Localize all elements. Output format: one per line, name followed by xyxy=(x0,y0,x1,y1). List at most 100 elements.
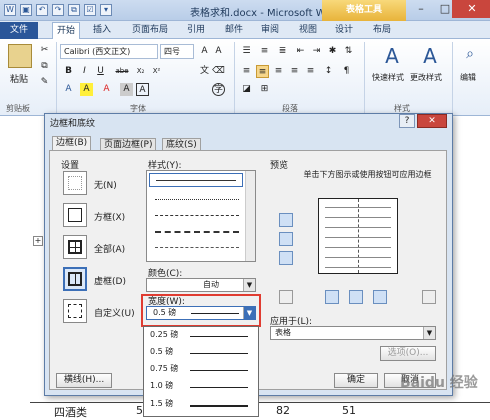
quick-styles-label[interactable]: 快速样式 xyxy=(372,72,404,83)
italic-button[interactable]: I xyxy=(78,65,91,78)
enclose-char-button[interactable]: 字 xyxy=(212,83,225,96)
cut-icon[interactable]: ✂ xyxy=(38,44,51,57)
chevron-down-icon[interactable]: ▼ xyxy=(423,327,435,339)
tab-layout[interactable]: 布局 xyxy=(370,22,394,39)
highlight-button[interactable]: A xyxy=(80,83,93,96)
table-cell[interactable]: 51 xyxy=(342,404,356,417)
edit-label[interactable]: 编辑 xyxy=(460,72,476,83)
copy-icon[interactable]: ⧉ xyxy=(68,4,80,16)
save-icon[interactable]: ▣ xyxy=(20,4,32,16)
chinese-layout-icon[interactable]: ✱ xyxy=(326,45,339,58)
setting-all-label[interactable]: 全部(A) xyxy=(94,242,125,255)
numbering-icon[interactable]: ≡ xyxy=(258,45,271,58)
char-border-button[interactable]: A xyxy=(136,83,149,96)
borders-icon[interactable]: ⊞ xyxy=(258,83,271,96)
style-list-scrollbar[interactable] xyxy=(245,171,255,261)
change-styles-label[interactable]: 更改样式 xyxy=(410,72,442,83)
dialog-close-button[interactable]: ✕ xyxy=(417,114,447,128)
setting-grid-icon[interactable] xyxy=(63,267,87,291)
subscript-button[interactable]: X₂ xyxy=(134,65,147,78)
change-styles-icon[interactable]: A xyxy=(418,44,442,68)
show-marks-icon[interactable]: ¶ xyxy=(340,65,353,78)
shrink-font-icon[interactable]: A xyxy=(212,45,225,58)
font-name-combo[interactable]: Calibri (西文正文) xyxy=(60,44,158,59)
width-option[interactable]: 1.0 磅 xyxy=(150,380,255,394)
top-border-button[interactable] xyxy=(279,213,293,227)
bold-button[interactable]: B xyxy=(62,65,75,78)
justify-icon[interactable]: ≡ xyxy=(288,65,301,78)
redo-icon[interactable]: ↷ xyxy=(52,4,64,16)
grow-font-icon[interactable]: A xyxy=(198,45,211,58)
diagonal-up-border-button[interactable] xyxy=(422,290,436,304)
font-color-button[interactable]: A xyxy=(100,83,113,96)
tab-design[interactable]: 设计 xyxy=(332,22,356,39)
options-button[interactable]: 选项(O)... xyxy=(380,346,436,361)
tab-borders[interactable]: 边框(B) xyxy=(52,136,92,151)
width-option[interactable]: 0.25 磅 xyxy=(150,329,255,343)
multilevel-list-icon[interactable]: ≣ xyxy=(276,45,289,58)
distributed-icon[interactable]: ≡ xyxy=(304,65,317,78)
setting-box-icon[interactable] xyxy=(63,203,87,227)
setting-none-icon[interactable] xyxy=(63,171,87,195)
tab-mailings[interactable]: 邮件 xyxy=(222,22,246,39)
width-option[interactable]: 1.5 磅 xyxy=(150,398,255,412)
diagonal-down-border-button[interactable] xyxy=(279,290,293,304)
table-move-handle[interactable]: + xyxy=(33,236,43,246)
setting-custom-label[interactable]: 自定义(U) xyxy=(94,306,135,319)
setting-none-label[interactable]: 无(N) xyxy=(94,178,117,191)
setting-box-label[interactable]: 方框(X) xyxy=(94,210,125,223)
customize-quick-access-icon[interactable]: ▾ xyxy=(100,4,112,16)
dialog-help-button[interactable]: ? xyxy=(399,114,415,128)
setting-grid-label[interactable]: 虚框(D) xyxy=(94,274,126,287)
tab-view[interactable]: 视图 xyxy=(296,22,320,39)
long-dash-line[interactable] xyxy=(155,231,239,233)
strikethrough-button[interactable]: abe xyxy=(112,65,132,78)
quick-styles-icon[interactable]: A xyxy=(380,44,404,68)
dotted-line[interactable] xyxy=(155,199,239,200)
minimize-button[interactable]: – xyxy=(408,0,434,18)
copy-small-icon[interactable]: ⧉ xyxy=(38,60,51,73)
right-border-button[interactable] xyxy=(373,290,387,304)
tab-page-layout[interactable]: 页面布局 xyxy=(130,22,170,39)
superscript-button[interactable]: X² xyxy=(150,65,163,78)
table-cell[interactable]: 82 xyxy=(276,404,290,417)
find-icon[interactable]: ⌕ xyxy=(460,46,480,66)
table-cell[interactable]: 四酒类 xyxy=(54,404,87,420)
clear-format-icon[interactable]: ⌫ xyxy=(212,65,225,78)
ok-button[interactable]: 确定 xyxy=(334,373,378,388)
width-option[interactable]: 0.5 磅 xyxy=(150,346,255,360)
text-effects-icon[interactable]: A xyxy=(62,83,75,96)
apply-to-combo[interactable]: 表格 ▼ xyxy=(270,326,436,340)
dash-dot-line[interactable] xyxy=(155,247,239,248)
preview-diagram[interactable] xyxy=(318,198,398,274)
char-shading-button[interactable]: A xyxy=(120,83,133,96)
word-app-icon[interactable]: W xyxy=(4,4,16,16)
paste-label[interactable]: 粘贴 xyxy=(10,72,28,85)
inner-vertical-border-button[interactable] xyxy=(349,290,363,304)
increase-indent-icon[interactable]: ⇥ xyxy=(310,45,323,58)
font-size-combo[interactable]: 四号 xyxy=(160,44,194,59)
tab-home[interactable]: 开始 xyxy=(52,22,80,39)
align-center-icon[interactable]: ≡ xyxy=(256,65,269,78)
sort-icon[interactable]: ⇅ xyxy=(342,45,355,58)
dashed-line[interactable] xyxy=(155,215,239,216)
check-icon[interactable]: ☑ xyxy=(84,4,96,16)
align-right-icon[interactable]: ≡ xyxy=(272,65,285,78)
tab-references[interactable]: 引用 xyxy=(184,22,208,39)
width-option[interactable]: 0.75 磅 xyxy=(150,363,255,377)
setting-custom-icon[interactable] xyxy=(63,299,87,323)
bottom-border-button[interactable] xyxy=(279,251,293,265)
phonetic-guide-button[interactable]: 文 xyxy=(198,65,211,78)
tab-insert[interactable]: 插入 xyxy=(90,22,114,39)
left-border-button[interactable] xyxy=(325,290,339,304)
paste-icon[interactable] xyxy=(8,44,32,68)
horizontal-line-button[interactable]: 横线(H)... xyxy=(56,373,112,388)
decrease-indent-icon[interactable]: ⇤ xyxy=(294,45,307,58)
line-style-selected[interactable] xyxy=(149,173,243,187)
tab-review[interactable]: 审阅 xyxy=(258,22,282,39)
setting-all-icon[interactable] xyxy=(63,235,87,259)
color-combo[interactable]: 自动 ▼ xyxy=(146,278,256,292)
line-style-list[interactable] xyxy=(146,170,256,262)
shading-icon[interactable]: ◪ xyxy=(240,83,253,96)
chevron-down-icon[interactable]: ▼ xyxy=(243,279,255,291)
